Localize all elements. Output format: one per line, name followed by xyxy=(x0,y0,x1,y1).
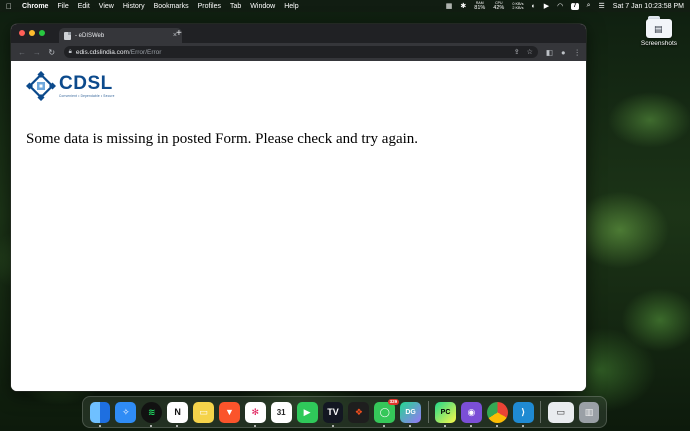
more-menu-icon[interactable]: ⋮ xyxy=(573,48,581,57)
grid-icon[interactable]: ▦ xyxy=(446,2,453,10)
macos-dock: ✧ ≋ N ▭ ▼ ✻ 31 ▶ TV ❖ ◯ 329 DG PC ◉ ⟩ ▭ … xyxy=(82,396,607,428)
window-controls xyxy=(19,30,45,36)
side-panel-icon[interactable]: ◧ xyxy=(546,48,553,57)
menu-edit[interactable]: Edit xyxy=(78,3,90,10)
address-bar[interactable]: 🔒︎ edis.cdslindia.com /Error/Error ⇪ ☆ xyxy=(63,46,538,58)
back-arrow-icon[interactable]: ← xyxy=(16,48,28,57)
desktop-folder-screenshots[interactable]: ▤ Screenshots xyxy=(636,16,682,47)
share-icon[interactable]: ⇪ xyxy=(514,48,520,56)
cpu-usage[interactable]: CPU 42% xyxy=(493,1,504,11)
url-path: /Error/Error xyxy=(128,48,162,56)
pycharm-label: PC xyxy=(440,408,451,416)
search-icon[interactable]: ⌕ xyxy=(587,2,591,10)
menu-help[interactable]: Help xyxy=(284,3,298,10)
menu-history[interactable]: History xyxy=(123,3,145,10)
menu-clock[interactable]: Sat 7 Jan 10:23:58 PM xyxy=(613,3,684,10)
tab-title: - eDISWeb xyxy=(75,32,105,39)
chrome-window: - eDISWeb × + ← → ↻ 🔒︎ edis.cdslindia.co… xyxy=(11,24,586,391)
macos-menu-bar:  Chrome File Edit View History Bookmark… xyxy=(0,0,690,12)
apple-icon[interactable]:  xyxy=(6,2,16,11)
page-favicon-icon xyxy=(64,31,71,40)
window-titlebar: - eDISWeb × + xyxy=(11,24,586,43)
net-down: 2 KB/s xyxy=(512,6,524,10)
play-icon[interactable]: ▶ xyxy=(544,2,549,10)
forward-arrow-icon[interactable]: → xyxy=(31,48,43,57)
dock-brave-icon[interactable]: ▼ xyxy=(218,401,240,423)
lock-icon[interactable]: 🔒︎ xyxy=(69,49,72,56)
menu-window[interactable]: Window xyxy=(250,3,275,10)
dock-notion-icon[interactable]: N xyxy=(167,401,189,427)
dock-github-desktop-icon[interactable]: ◉ xyxy=(460,401,482,427)
dock-preview-icon[interactable]: ▭ xyxy=(547,401,574,423)
cdsl-emblem-icon xyxy=(26,71,56,101)
cdsl-wordmark: CDSL Convenient • Dependable • Secure xyxy=(59,73,115,99)
desktop-folder-label: Screenshots xyxy=(640,40,678,47)
battery-badge[interactable]: 7 xyxy=(571,2,579,10)
dock-safari-icon[interactable]: ✧ xyxy=(115,401,137,423)
dock-separator xyxy=(427,401,429,423)
close-window-button[interactable] xyxy=(19,30,25,36)
ram-usage[interactable]: RAM 81% xyxy=(474,1,485,11)
browser-tab-active[interactable]: - eDISWeb × xyxy=(59,28,182,43)
profile-icon[interactable]: ● xyxy=(561,48,566,57)
wifi-icon[interactable]: ◠ xyxy=(557,2,563,10)
reload-icon[interactable]: ↻ xyxy=(46,48,58,57)
dock-trash-icon[interactable]: ▥ xyxy=(578,401,600,423)
browser-toolbar: ← → ↻ 🔒︎ edis.cdslindia.com /Error/Error… xyxy=(11,43,586,61)
error-message: Some data is missing in posted Form. Ple… xyxy=(26,131,419,147)
url-host: edis.cdslindia.com xyxy=(75,48,129,56)
menu-view[interactable]: View xyxy=(99,3,114,10)
menu-file[interactable]: File xyxy=(57,3,68,10)
new-tab-button[interactable]: + xyxy=(176,29,182,39)
dock-facetime-icon[interactable]: ▶ xyxy=(296,401,318,423)
bookmark-star-icon[interactable]: ☆ xyxy=(527,48,533,56)
folder-icon: ▤ xyxy=(646,16,672,38)
logo-tagline: Convenient • Dependable • Secure xyxy=(59,94,115,98)
menu-tab[interactable]: Tab xyxy=(230,3,241,10)
calendar-day: 31 xyxy=(276,407,286,417)
control-center-icon[interactable]: ☰ xyxy=(599,2,605,10)
cpu-value: 42% xyxy=(493,5,505,11)
ram-value: 81% xyxy=(474,5,486,11)
menu-bar-status-area: ▦ ✱ RAM 81% CPU 42% 0 KB/s 2 KB/s ◐ ▶ ◠ … xyxy=(438,1,684,11)
dock-notes-icon[interactable]: ▭ xyxy=(193,401,214,423)
minimize-window-button[interactable] xyxy=(29,30,35,36)
dock-calendar-icon[interactable]: 31 xyxy=(270,401,292,423)
menu-bookmarks[interactable]: Bookmarks xyxy=(154,3,189,10)
address-bar-actions: ⇪ ☆ xyxy=(514,48,533,56)
maximize-window-button[interactable] xyxy=(39,30,45,36)
messages-unread-badge: 329 xyxy=(387,398,400,405)
dock-spotify-icon[interactable]: ≋ xyxy=(141,401,163,427)
dock-separator-2 xyxy=(540,401,542,423)
dock-vscode-icon[interactable]: ⟩ xyxy=(512,401,534,427)
menu-app-name[interactable]: Chrome xyxy=(22,3,48,10)
dock-chrome-icon[interactable] xyxy=(486,401,508,427)
dock-finder-icon[interactable] xyxy=(89,401,111,427)
network-speed[interactable]: 0 KB/s 2 KB/s xyxy=(512,2,523,10)
logo-name: CDSL xyxy=(59,73,113,94)
headphones-icon[interactable]: ◐ xyxy=(532,3,536,10)
cdsl-logo[interactable]: CDSL Convenient • Dependable • Secure xyxy=(26,71,115,101)
page-content: CDSL Convenient • Dependable • Secure So… xyxy=(11,61,586,391)
bluetooth-icon[interactable]: ✱ xyxy=(460,2,466,10)
dock-slack-icon[interactable]: ✻ xyxy=(244,401,266,427)
dock-pycharm-icon[interactable]: PC xyxy=(435,401,456,427)
menu-profiles[interactable]: Profiles xyxy=(198,3,221,10)
dock-messages-icon[interactable]: ◯ 329 xyxy=(374,398,400,427)
dock-tradingview-icon[interactable]: TV xyxy=(322,401,344,427)
dock-datagrip-icon[interactable]: DG xyxy=(400,401,422,427)
datagrip-label: DG xyxy=(405,408,416,416)
dock-figma-icon[interactable]: ❖ xyxy=(348,401,370,423)
